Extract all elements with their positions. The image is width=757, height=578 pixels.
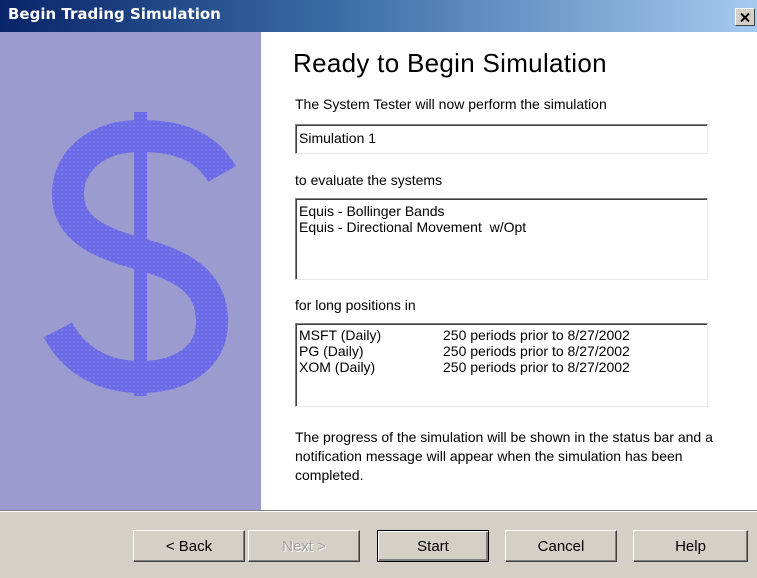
side-panel [0,32,261,510]
close-button[interactable] [735,8,755,26]
position-row: XOM (Daily) 250 periods prior to 8/27/20… [299,359,707,375]
back-button[interactable]: < Back [133,530,245,562]
position-row: PG (Daily) 250 periods prior to 8/27/200… [299,343,707,359]
help-button[interactable]: Help [633,530,748,562]
position-range: 250 periods prior to 8/27/2002 [443,343,630,359]
next-button[interactable]: Next > [248,530,360,562]
start-button[interactable]: Start [377,530,489,562]
position-range: 250 periods prior to 8/27/2002 [443,327,630,343]
system-item: Equis - Directional Movement w/Opt [299,219,527,235]
title-bar: Begin Trading Simulation [0,0,757,32]
positions-list[interactable]: MSFT (Daily) 250 periods prior to 8/27/2… [295,323,708,407]
position-symbol: XOM (Daily) [299,359,376,375]
page-heading: Ready to Begin Simulation [293,48,607,78]
content-panel: Ready to Begin Simulation The System Tes… [261,32,757,510]
close-icon [740,12,750,22]
dollar-sign-icon [43,112,236,396]
position-row: MSFT (Daily) 250 periods prior to 8/27/2… [299,327,707,343]
cancel-button[interactable]: Cancel [505,530,617,562]
system-item: Equis - Bollinger Bands [299,203,445,219]
window-title: Begin Trading Simulation [8,5,221,23]
progress-note: The progress of the simulation will be s… [295,429,713,483]
intro-label: The System Tester will now perform the s… [295,96,607,112]
systems-list[interactable]: Equis - Bollinger Bands Equis - Directio… [295,198,708,280]
position-symbol: PG (Daily) [299,343,364,359]
position-symbol: MSFT (Daily) [299,327,382,343]
systems-label: to evaluate the systems [295,172,443,188]
footer-divider [0,510,757,512]
simulation-name-value: Simulation 1 [299,130,377,146]
simulation-name-field[interactable]: Simulation 1 [295,124,708,154]
position-range: 250 periods prior to 8/27/2002 [443,359,630,375]
positions-label: for long positions in [295,297,416,313]
